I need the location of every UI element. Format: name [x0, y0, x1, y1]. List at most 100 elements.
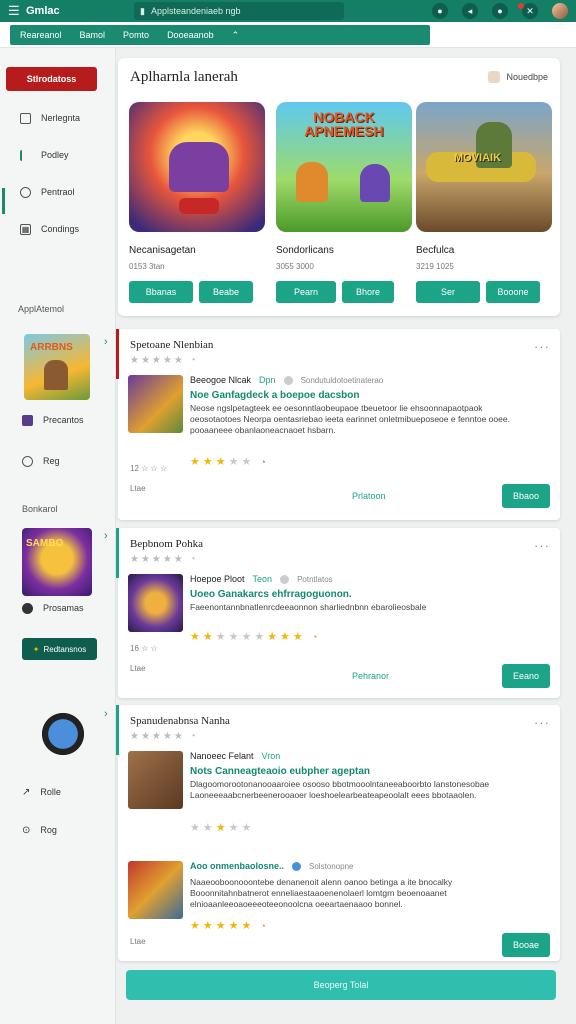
sidebar-action-button[interactable]: ✦ Redtansnos — [22, 638, 97, 660]
sidebar-item-rog[interactable]: ⊙ Rog — [22, 822, 57, 838]
review-body: Dlagoomorootonanooaaroiee osooso bbotmoo… — [190, 779, 490, 800]
review-meta: Ltae — [130, 937, 146, 946]
tab-1[interactable]: Reareanol — [20, 30, 62, 40]
menu-icon[interactable]: ☰ — [8, 3, 22, 19]
review-stars: ★★★★★ ◔ — [190, 456, 269, 468]
address-text: Applsteandeniaeb ngb — [150, 6, 241, 16]
sidebar-item-label: Podley — [41, 150, 69, 160]
review-body: Neose ngslpetagteek ee oesonntlaobeupaoe… — [190, 403, 510, 435]
bottom-action-button[interactable]: Beoperg Tolal — [126, 970, 556, 1000]
rating-stars: ★★★★★ ◔ — [130, 731, 198, 742]
more-icon[interactable]: ··· — [534, 339, 550, 354]
chevron-right-icon[interactable]: › — [104, 708, 108, 720]
review-headline[interactable]: Uoeo Ganakarcs ehfrragoguonon. — [190, 589, 352, 600]
review-tag[interactable]: Vron — [262, 751, 281, 761]
game-card[interactable]: Necanisagetan 0153 3tan Bbanas Beabe — [129, 102, 265, 303]
sidebar-item-3[interactable]: Pentraol — [20, 184, 75, 200]
notification-badge — [518, 3, 524, 9]
chevron-right-icon[interactable]: › — [104, 336, 108, 348]
download-icon[interactable]: ● — [432, 3, 448, 19]
lock-icon[interactable]: ● — [492, 3, 508, 19]
game-secondary-button[interactable]: Bhore — [342, 281, 394, 303]
review-action-button[interactable]: Bbaoo — [502, 484, 550, 508]
sort-label: Nouedbpe — [506, 72, 548, 82]
game-title: Sondorlicans — [276, 245, 334, 256]
review-thumbnail[interactable] — [128, 751, 183, 809]
review-thumbnail[interactable] — [128, 375, 183, 433]
sidebar-cta-button[interactable]: Stlrodatoss — [6, 67, 97, 91]
review-action-button[interactable]: Booae — [502, 933, 550, 957]
review-headline[interactable]: Noe Ganfagdeck a boepoe dacsbon — [190, 390, 359, 401]
avatar[interactable] — [552, 3, 568, 19]
tab-2[interactable]: Bamol — [80, 30, 106, 40]
card-title: Bepbnom Pohka — [130, 538, 204, 550]
more-icon[interactable]: ··· — [534, 538, 550, 553]
review-meta: 12 ☆ ☆ ☆ — [130, 464, 168, 473]
review-link[interactable]: Pehranor — [352, 671, 389, 681]
review-author: Hoepoe Ploot — [190, 574, 245, 584]
info-icon — [280, 574, 290, 584]
review-thumbnail[interactable] — [128, 574, 183, 632]
chevron-right-icon[interactable]: › — [104, 530, 108, 542]
sidebar-item-2[interactable]: Podley — [20, 147, 69, 163]
sidebar-item-rolle[interactable]: ↗ Rolle — [22, 784, 61, 800]
review-action-button[interactable]: Eeano — [502, 664, 550, 688]
sidebar-item-4[interactable]: ▦ Condings — [20, 221, 79, 237]
review-thumbnail[interactable] — [128, 861, 183, 919]
review-headline[interactable]: Nots Canneagteaoio eubpher ageptan — [190, 766, 370, 777]
game-thumbnail[interactable]: ARRBNS — [24, 334, 90, 400]
review-tag[interactable]: Dpn — [259, 375, 276, 385]
circle-icon — [22, 455, 33, 467]
sidebar-item-precantos[interactable]: Precantos — [22, 412, 84, 428]
game-primary-button[interactable]: Pearn — [276, 281, 336, 303]
sidebar-item-label: Nerlegnta — [41, 113, 81, 123]
review-date: Ltae — [130, 484, 146, 493]
review-tag[interactable]: Teon — [253, 574, 273, 584]
gear-icon[interactable] — [34, 704, 92, 764]
app-logo[interactable]: Gmlac — [26, 5, 106, 17]
game-secondary-button[interactable]: Booone — [486, 281, 540, 303]
review-link[interactable]: Prlatoon — [352, 491, 386, 501]
game-secondary-button[interactable]: Beabe — [199, 281, 253, 303]
card-accent — [116, 528, 119, 578]
grid-icon: ▦ — [20, 223, 31, 235]
game-primary-button[interactable]: Ser — [416, 281, 480, 303]
sidebar-item-label: Prosamas — [43, 603, 84, 613]
sidebar-item-prosamas[interactable]: Prosamas — [22, 600, 84, 616]
review-stars: ★★★★★ — [190, 822, 255, 834]
nav-strip: Reareanol Bamol Pomto Dooeaanob ⌃ — [0, 22, 576, 48]
tab-4[interactable]: Dooeaanob — [167, 30, 214, 40]
sort-control[interactable]: Nouedbpe — [488, 71, 548, 83]
sidebar-section-title: ApplAtemol — [18, 304, 65, 314]
document-icon — [20, 112, 31, 124]
user-icon — [488, 71, 501, 83]
sidebar-item-1[interactable]: Nerlegnta — [20, 110, 80, 126]
more-icon[interactable]: ··· — [534, 715, 550, 730]
address-bar[interactable]: ▮ Applsteandeniaeb ngb — [134, 2, 344, 20]
review-entry: Hoepoe Ploot Teon Potntlatos Uoeo Ganaka… — [128, 574, 548, 664]
game-card[interactable]: NOBACK APNEMESH Sondorlicans 3055 3000 P… — [276, 102, 412, 303]
game-primary-button[interactable]: Bbanas — [129, 281, 193, 303]
game-art-logo: NOBACK APNEMESH — [304, 109, 384, 139]
sidebar-item-label: Pentraol — [41, 187, 75, 197]
review-entry: Nanoeec Felant Vron Nots Canneagteaoio e… — [128, 751, 548, 851]
game-thumbnail[interactable]: SAMBO — [22, 528, 92, 596]
top-app-bar: ☰ Gmlac ▮ Applsteandeniaeb ngb ● ◂ ● ✕ — [0, 0, 576, 22]
review-subtitle: Sondutuldotoetinaterao — [300, 375, 384, 385]
sidebar-section-title: Bonkarol — [22, 504, 58, 514]
info-icon — [283, 375, 293, 385]
review-card: Bepbnom Pohka ··· ★★★★★ ◔ Hoepoe Ploot T… — [116, 528, 560, 698]
game-icon — [22, 414, 33, 426]
game-card[interactable]: MOVIAIK Becfulca 3219 1025 Ser Booone — [416, 102, 552, 303]
tab-3[interactable]: Pomto — [123, 30, 149, 40]
sidebar-item-reg[interactable]: Reg — [22, 453, 60, 469]
review-entry: Beeogoe Nlcak Dpn Sondutuldotoetinaterao… — [128, 375, 548, 475]
expand-icon[interactable]: ⌃ — [232, 30, 240, 41]
sidebar-active-indicator — [2, 188, 5, 214]
close-icon[interactable]: ✕ — [522, 3, 538, 19]
rating-stars: ★★★★★ ◔ — [130, 554, 198, 565]
back-icon[interactable]: ◂ — [462, 3, 478, 19]
review-author[interactable]: Aoo onmenbaolosne.. — [190, 861, 284, 871]
game-meta: 0153 3tan — [129, 262, 165, 271]
game-art: MOVIAIK — [416, 102, 552, 232]
